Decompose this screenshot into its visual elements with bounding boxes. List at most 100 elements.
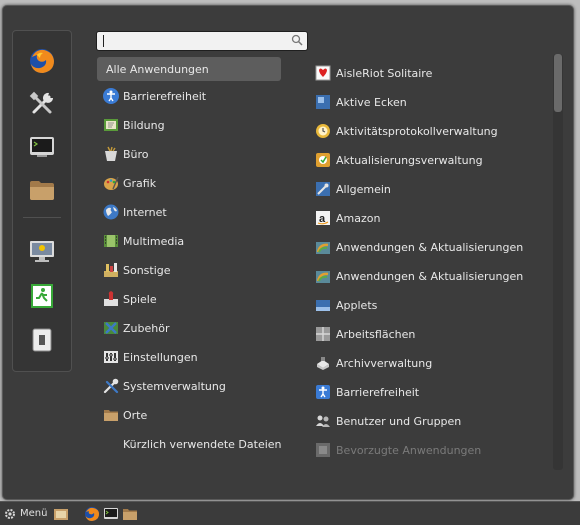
application-menu: Alle Anwendungen Barrierefreiheit Bildun… xyxy=(2,5,574,500)
app-aisleriot-solitaire[interactable]: AisleRiot Solitaire xyxy=(315,61,551,85)
app-label: Anwendungen & Aktualisierungen xyxy=(336,240,524,254)
app-label: Benutzer und Gruppen xyxy=(336,414,462,428)
menu-button[interactable]: Menü xyxy=(4,508,47,520)
app-label: Aktive Ecken xyxy=(336,95,407,109)
accessibility-icon xyxy=(316,385,330,399)
folder-icon[interactable] xyxy=(26,174,58,206)
folder-icon xyxy=(104,410,118,421)
amazon-icon: a xyxy=(316,211,330,225)
app-activity-log-manager[interactable]: Aktivitätsprotokollverwaltung xyxy=(315,119,551,143)
software-sources-icon xyxy=(316,242,330,254)
app-label: Arbeitsflächen xyxy=(336,327,416,341)
office-icon xyxy=(105,146,117,161)
app-label: Aktualisierungsverwaltung xyxy=(336,153,483,167)
lock-screen-icon[interactable] xyxy=(26,236,58,268)
recent-files-icon xyxy=(103,436,119,452)
workspaces-icon xyxy=(316,327,330,341)
folder-icon[interactable] xyxy=(122,506,138,522)
favorites-sidebar xyxy=(12,30,72,372)
search-input[interactable] xyxy=(96,31,308,51)
app-update-manager[interactable]: Aktualisierungsverwaltung xyxy=(315,148,551,172)
category-label: Zubehör xyxy=(123,321,170,335)
app-preferred-applications[interactable]: Bevorzugte Anwendungen xyxy=(315,438,551,462)
settings-tools-icon[interactable] xyxy=(26,88,58,120)
settings-icon xyxy=(104,351,118,363)
text-caret xyxy=(103,35,104,47)
shutdown-icon[interactable] xyxy=(26,324,58,356)
app-archive-manager[interactable]: Archivverwaltung xyxy=(315,351,551,375)
bottom-panel: Menü xyxy=(0,501,580,525)
terminal-icon[interactable] xyxy=(26,131,58,163)
category-office[interactable]: Büro xyxy=(97,142,281,166)
logout-icon[interactable] xyxy=(26,280,58,312)
category-settings[interactable]: Einstellungen xyxy=(97,345,281,369)
category-other[interactable]: Sonstige xyxy=(97,258,281,282)
app-amazon[interactable]: a Amazon xyxy=(315,206,551,230)
preferred-applications-icon xyxy=(316,443,330,457)
cards-icon xyxy=(315,65,331,81)
other-icon xyxy=(104,263,118,277)
app-label: Aktivitätsprotokollverwaltung xyxy=(336,124,498,138)
category-label: Internet xyxy=(123,205,167,219)
category-internet[interactable]: Internet xyxy=(97,200,281,224)
category-label: Bildung xyxy=(123,118,165,132)
app-label: Applets xyxy=(336,298,378,312)
app-label: Allgemein xyxy=(336,182,391,196)
globe-icon xyxy=(103,204,119,220)
games-icon xyxy=(104,291,118,306)
app-label: Barrierefreiheit xyxy=(336,385,420,399)
category-label: Kürzlich verwendete Dateien xyxy=(123,437,282,451)
category-education[interactable]: Bildung xyxy=(97,113,281,137)
terminal-icon[interactable] xyxy=(103,506,119,522)
multimedia-icon xyxy=(104,235,118,247)
app-software-sources-2[interactable]: Anwendungen & Aktualisierungen xyxy=(315,264,551,288)
category-label: Multimedia xyxy=(123,234,185,248)
app-list-scrollbar[interactable] xyxy=(553,54,563,470)
accessories-icon xyxy=(104,322,118,334)
search-icon xyxy=(291,34,303,46)
hot-corners-icon xyxy=(316,95,330,109)
category-games[interactable]: Spiele xyxy=(97,287,281,311)
category-label: Sonstige xyxy=(123,263,171,277)
software-sources-icon xyxy=(316,271,330,283)
firefox-icon[interactable] xyxy=(84,506,100,522)
category-label: Einstellungen xyxy=(123,350,198,364)
firefox-icon[interactable] xyxy=(26,45,58,77)
users-icon xyxy=(316,415,330,427)
app-applets[interactable]: Applets xyxy=(315,293,551,317)
category-recent-files[interactable]: Kürzlich verwendete Dateien xyxy=(97,432,297,456)
app-general[interactable]: Allgemein xyxy=(315,177,551,201)
app-software-sources-1[interactable]: Anwendungen & Aktualisierungen xyxy=(315,235,551,259)
applets-icon xyxy=(316,300,330,311)
category-label: Barrierefreiheit xyxy=(123,89,207,103)
app-users-and-groups[interactable]: Benutzer und Gruppen xyxy=(315,409,551,433)
category-graphics[interactable]: Grafik xyxy=(97,171,281,195)
category-accessories[interactable]: Zubehör xyxy=(97,316,281,340)
show-desktop-icon[interactable] xyxy=(53,506,69,522)
menu-button-label: Menü xyxy=(20,508,48,519)
category-places[interactable]: Orte xyxy=(97,403,281,427)
category-label: Alle Anwendungen xyxy=(106,62,209,76)
graphics-icon xyxy=(104,176,119,190)
app-label: Amazon xyxy=(336,211,381,225)
app-label: Bevorzugte Anwendungen xyxy=(336,443,482,457)
app-workspaces[interactable]: Arbeitsflächen xyxy=(315,322,551,346)
category-label: Spiele xyxy=(123,292,157,306)
app-label: Anwendungen & Aktualisierungen xyxy=(336,269,524,283)
app-active-corners[interactable]: Aktive Ecken xyxy=(315,90,551,114)
category-all-applications[interactable]: Alle Anwendungen xyxy=(97,57,281,81)
update-manager-icon xyxy=(316,153,330,167)
category-accessibility[interactable]: Barrierefreiheit xyxy=(97,84,281,108)
scrollbar-thumb[interactable] xyxy=(554,54,562,112)
category-label: Grafik xyxy=(123,176,157,190)
administration-icon xyxy=(103,378,119,394)
education-icon xyxy=(104,119,118,131)
category-administration[interactable]: Systemverwaltung xyxy=(97,374,281,398)
activity-log-icon xyxy=(316,124,330,138)
app-accessibility[interactable]: Barrierefreiheit xyxy=(315,380,551,404)
category-label: Orte xyxy=(123,408,148,422)
accessibility-icon xyxy=(103,88,119,104)
general-settings-icon xyxy=(316,182,330,196)
app-label: Archivverwaltung xyxy=(336,356,433,370)
category-multimedia[interactable]: Multimedia xyxy=(97,229,281,253)
